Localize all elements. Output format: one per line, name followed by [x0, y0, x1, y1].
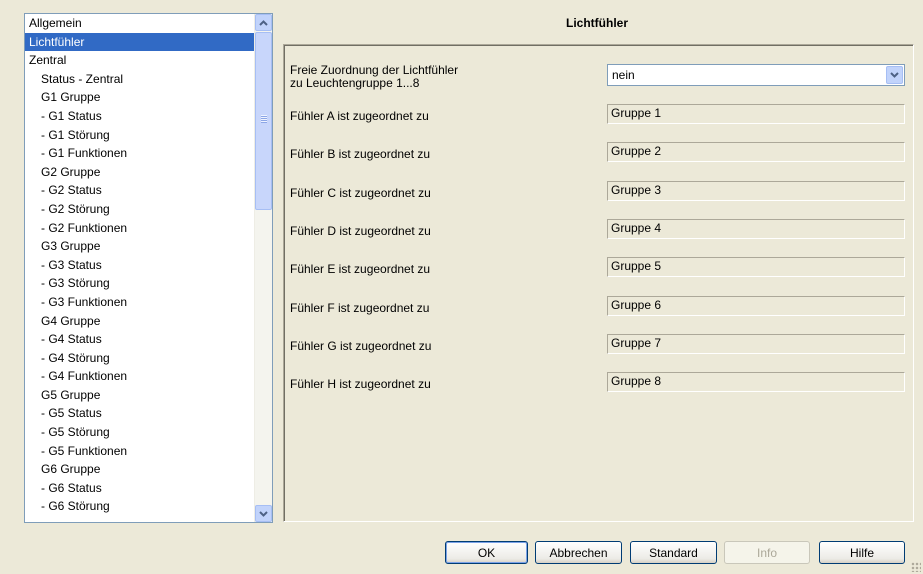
sensor-group-field: Gruppe 3	[607, 180, 905, 201]
tree-item[interactable]: - G2 Funktionen	[25, 219, 255, 238]
tree-item[interactable]: - G2 Störung	[25, 200, 255, 219]
scroll-up-button[interactable]	[255, 14, 272, 31]
tree-item[interactable]: - G3 Funktionen	[25, 293, 255, 312]
tree-item[interactable]: - G3 Störung	[25, 274, 255, 293]
sensor-label: Fühler G ist zugeordnet zu	[290, 338, 432, 353]
tree-item[interactable]: Zentral	[25, 51, 255, 70]
tree-item[interactable]: G5 Gruppe	[25, 386, 255, 405]
tree-item[interactable]: Allgemein	[25, 14, 255, 33]
navigation-tree: Allgemein Lichtfühler Zentral Status - Zent…	[24, 13, 273, 523]
tree-item[interactable]: - G6 Status	[25, 479, 255, 498]
tree-item[interactable]: G1 Gruppe	[25, 88, 255, 107]
tree-item[interactable]: - G2 Status	[25, 181, 255, 200]
scroll-down-button[interactable]	[255, 505, 272, 522]
sensor-group-field: Gruppe 5	[607, 257, 905, 278]
tree-item[interactable]: - G5 Status	[25, 404, 255, 423]
info-button[interactable]: Info	[724, 541, 810, 564]
tree-item[interactable]: - G4 Status	[25, 330, 255, 349]
tree-item[interactable]: - G3 Status	[25, 256, 255, 275]
ok-button[interactable]: OK	[445, 541, 528, 564]
tree-item[interactable]: G4 Gruppe	[25, 312, 255, 331]
tree-item[interactable]: - G5 Störung	[25, 423, 255, 442]
sensor-group-field: Gruppe 8	[607, 372, 905, 393]
sensor-group-field: Gruppe 6	[607, 295, 905, 316]
scroll-thumb[interactable]	[255, 32, 272, 210]
tree-item[interactable]: - G4 Störung	[25, 349, 255, 368]
dropdown-button[interactable]	[886, 66, 903, 84]
tree-item[interactable]: - G4 Funktionen	[25, 367, 255, 386]
resize-grip[interactable]	[911, 562, 921, 572]
tree-item[interactable]: - G1 Störung	[25, 126, 255, 145]
sensor-group-field: Gruppe 1	[607, 104, 905, 124]
page-title: Lichtfühler	[566, 16, 628, 30]
cancel-button[interactable]: Abbrechen	[535, 541, 622, 564]
tree-item[interactable]: Status - Zentral	[25, 70, 255, 89]
sensor-label: Fühler A ist zugeordnet zu	[290, 109, 429, 123]
sensor-label: Fühler H ist zugeordnet zu	[290, 377, 431, 392]
sensor-group-field: Gruppe 4	[607, 218, 905, 239]
assignment-label-line2: zu Leuchtengruppe 1...8	[290, 76, 420, 90]
tree-item[interactable]: - G5 Funktionen	[25, 442, 255, 461]
sensor-label: Fühler E ist zugeordnet zu	[290, 262, 431, 277]
help-button[interactable]: Hilfe	[819, 541, 905, 564]
chevron-down-icon	[890, 72, 899, 78]
tree-item[interactable]: G6 Gruppe	[25, 460, 255, 479]
tree-item[interactable]: - G6 Störung	[25, 497, 255, 516]
tree-item[interactable]: G3 Gruppe	[25, 237, 255, 256]
sensor-label: Fühler F ist zugeordnet zu	[290, 300, 430, 315]
chevron-up-icon	[259, 19, 268, 26]
sensor-label: Fühler D ist zugeordnet zu	[290, 223, 431, 238]
sensor-label: Fühler C ist zugeordnet zu	[290, 185, 431, 200]
assignment-select-value: nein	[612, 68, 635, 82]
assignment-label: Freie Zuordnung der Lichtfühler zu Leuch…	[290, 64, 458, 90]
sensor-label: Fühler B ist zugeordnet zu	[290, 147, 431, 162]
tree-item[interactable]: - G1 Status	[25, 107, 255, 126]
sensor-group-field: Gruppe 7	[607, 333, 905, 354]
standard-button[interactable]: Standard	[630, 541, 717, 564]
chevron-down-icon	[259, 510, 268, 517]
tree-item[interactable]: - G1 Funktionen	[25, 144, 255, 163]
tree-list: Allgemein Lichtfühler Zentral Status - Zent…	[25, 14, 255, 522]
tree-item[interactable]: G2 Gruppe	[25, 163, 255, 182]
sensor-group-field: Gruppe 2	[607, 142, 905, 163]
tree-item[interactable]: Lichtfühler	[25, 32, 255, 52]
assignment-select[interactable]: nein	[607, 64, 905, 86]
scroll-grip	[261, 115, 267, 123]
tree-scrollbar[interactable]	[254, 14, 272, 522]
